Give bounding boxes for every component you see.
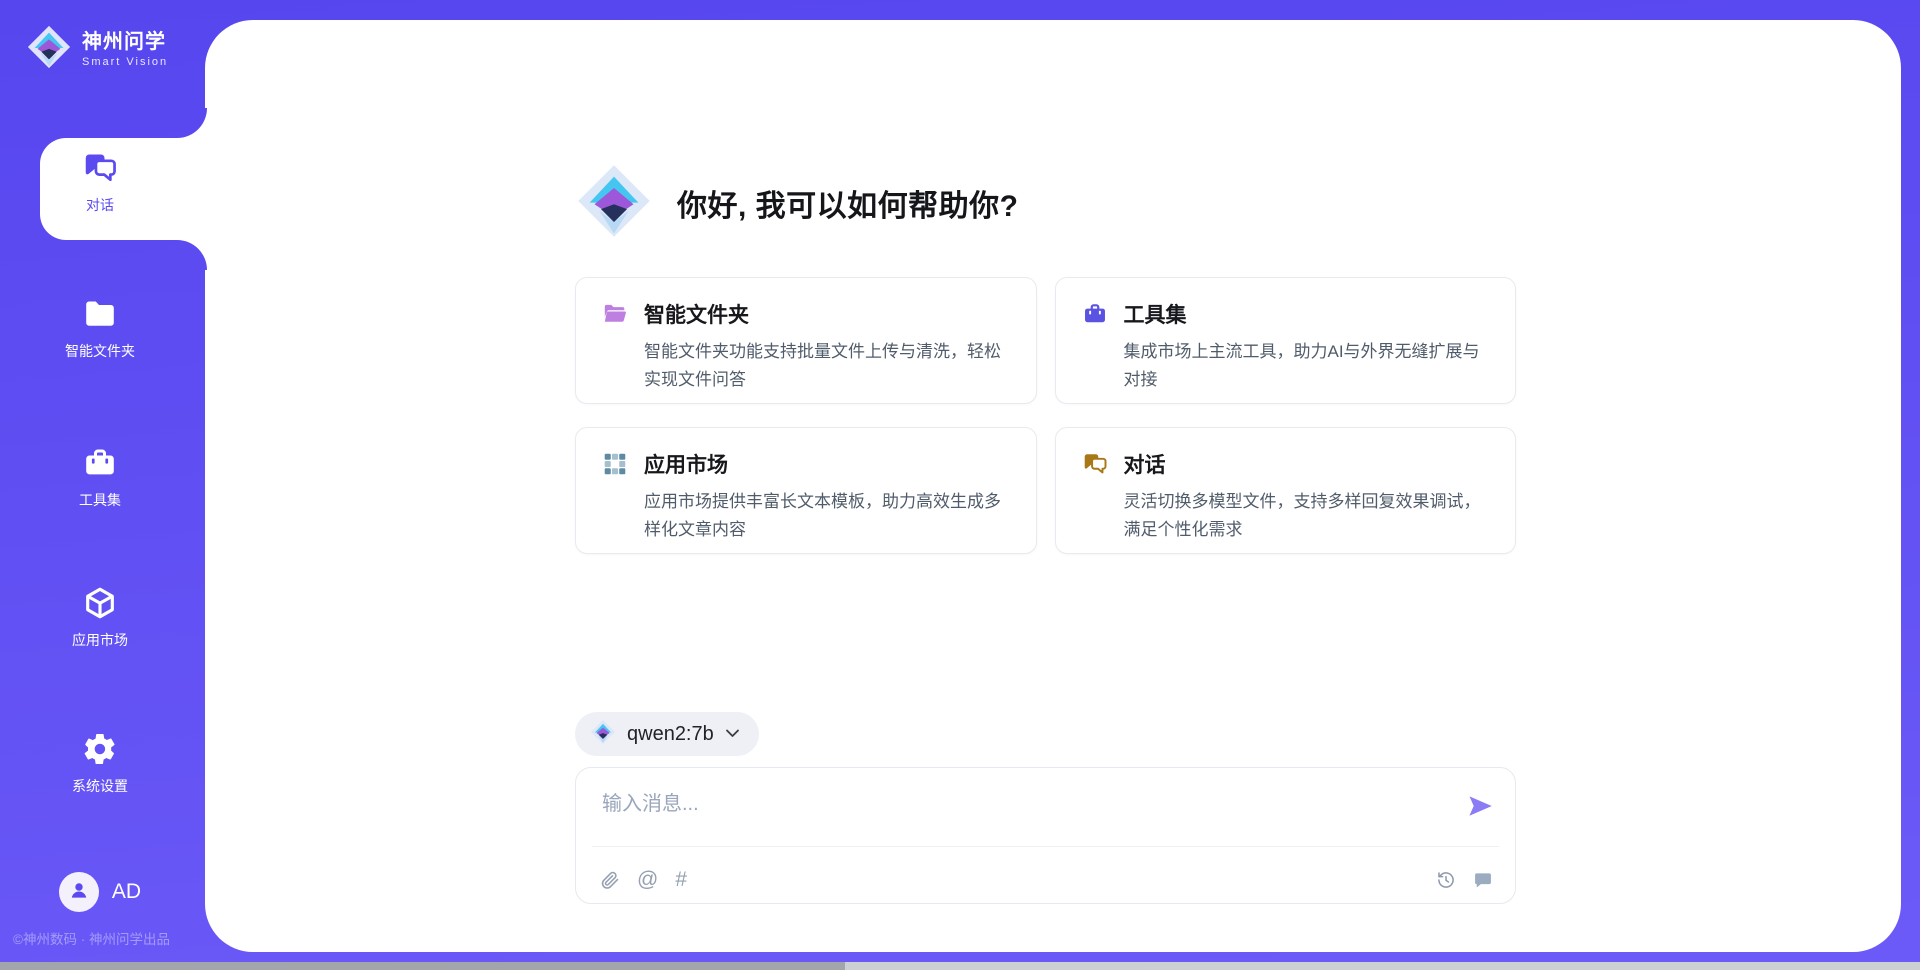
- send-button[interactable]: [1465, 792, 1495, 822]
- model-selector[interactable]: qwen2:7b: [575, 712, 759, 756]
- diamond-logo-icon: [590, 719, 616, 750]
- composer-divider: [592, 846, 1499, 847]
- diamond-logo-icon: [575, 162, 653, 245]
- sidebar-item-label: 对话: [86, 195, 114, 215]
- card-toolset[interactable]: 工具集 集成市场上主流工具，助力AI与外界无缝扩展与对接: [1055, 277, 1517, 404]
- composer-right-tools: [1436, 870, 1493, 890]
- avatar: [59, 872, 99, 912]
- composer-left-tools: @ #: [600, 869, 687, 890]
- send-icon: [1466, 792, 1494, 820]
- card-title: 智能文件夹: [644, 299, 749, 329]
- mention-icon[interactable]: @: [637, 869, 658, 890]
- card-title: 对话: [1124, 449, 1166, 479]
- chat-bubbles-icon: [1082, 451, 1108, 477]
- hashtag-icon[interactable]: #: [675, 869, 687, 890]
- attachment-icon[interactable]: [600, 870, 620, 890]
- sidebar-item-smart-folder[interactable]: 智能文件夹: [0, 296, 200, 361]
- chevron-down-icon: [725, 725, 740, 743]
- brand-logo: 神州问学 Smart Vision: [26, 24, 168, 75]
- diamond-logo-icon: [26, 24, 72, 75]
- brand-name: 神州问学: [82, 31, 168, 53]
- message-input[interactable]: [576, 768, 1515, 838]
- horizontal-scrollbar[interactable]: [0, 962, 1920, 970]
- cube-icon: [82, 585, 118, 621]
- sidebar-item-settings[interactable]: 系统设置: [0, 731, 200, 796]
- card-title: 工具集: [1124, 299, 1187, 329]
- feature-cards: 智能文件夹 智能文件夹功能支持批量文件上传与清洗，轻松实现文件问答 工具集 集成…: [575, 277, 1516, 554]
- toolbox-icon: [82, 445, 118, 481]
- sidebar-item-app-market[interactable]: 应用市场: [0, 585, 200, 650]
- card-title: 应用市场: [644, 449, 728, 479]
- card-smart-folder[interactable]: 智能文件夹 智能文件夹功能支持批量文件上传与清洗，轻松实现文件问答: [575, 277, 1037, 404]
- person-icon: [67, 878, 91, 907]
- sidebar-item-toolset[interactable]: 工具集: [0, 445, 200, 510]
- user-name: AD: [112, 880, 141, 904]
- history-icon[interactable]: [1436, 870, 1456, 890]
- card-chat[interactable]: 对话 灵活切换多模型文件，支持多样回复效果调试，满足个性化需求: [1055, 427, 1517, 554]
- sidebar-item-label: 系统设置: [72, 776, 128, 796]
- tab-concave-top: [175, 108, 207, 138]
- card-description: 灵活切换多模型文件，支持多样回复效果调试，满足个性化需求: [1124, 488, 1490, 543]
- sidebar-item-label: 工具集: [79, 490, 121, 510]
- greeting-title: 你好, 我可以如何帮助你?: [677, 181, 1019, 225]
- tab-concave-bottom: [175, 240, 207, 270]
- main-content: 你好, 我可以如何帮助你? 智能文件夹 智能文件夹功能支持批量文件上传与清洗，轻…: [575, 163, 1516, 904]
- scrollbar-thumb[interactable]: [0, 962, 845, 970]
- brand-subtitle: Smart Vision: [82, 56, 168, 68]
- message-composer: @ #: [575, 767, 1516, 904]
- gear-icon: [82, 731, 118, 767]
- sidebar-item-label: 应用市场: [72, 630, 128, 650]
- sidebar: 神州问学 Smart Vision 对话 智能文件夹: [0, 0, 205, 970]
- copyright-text: ©神州数码 · 神州问学出品: [13, 928, 213, 948]
- message-icon[interactable]: [1473, 870, 1493, 890]
- greeting-row: 你好, 我可以如何帮助你?: [575, 163, 1516, 243]
- chat-bubbles-icon: [82, 150, 118, 186]
- sidebar-item-chat[interactable]: 对话: [0, 150, 200, 215]
- card-description: 集成市场上主流工具，助力AI与外界无缝扩展与对接: [1124, 338, 1490, 393]
- model-name: qwen2:7b: [627, 723, 714, 746]
- folder-open-icon: [602, 301, 628, 327]
- card-description: 应用市场提供丰富长文本模板，助力高效生成多样化文章内容: [644, 488, 1010, 543]
- sidebar-item-label: 智能文件夹: [65, 341, 135, 361]
- card-app-market[interactable]: 应用市场 应用市场提供丰富长文本模板，助力高效生成多样化文章内容: [575, 427, 1037, 554]
- briefcase-icon: [1082, 301, 1108, 327]
- user-profile[interactable]: AD: [0, 872, 200, 912]
- grid-icon: [602, 451, 628, 477]
- folder-icon: [82, 296, 118, 332]
- card-description: 智能文件夹功能支持批量文件上传与清洗，轻松实现文件问答: [644, 338, 1010, 393]
